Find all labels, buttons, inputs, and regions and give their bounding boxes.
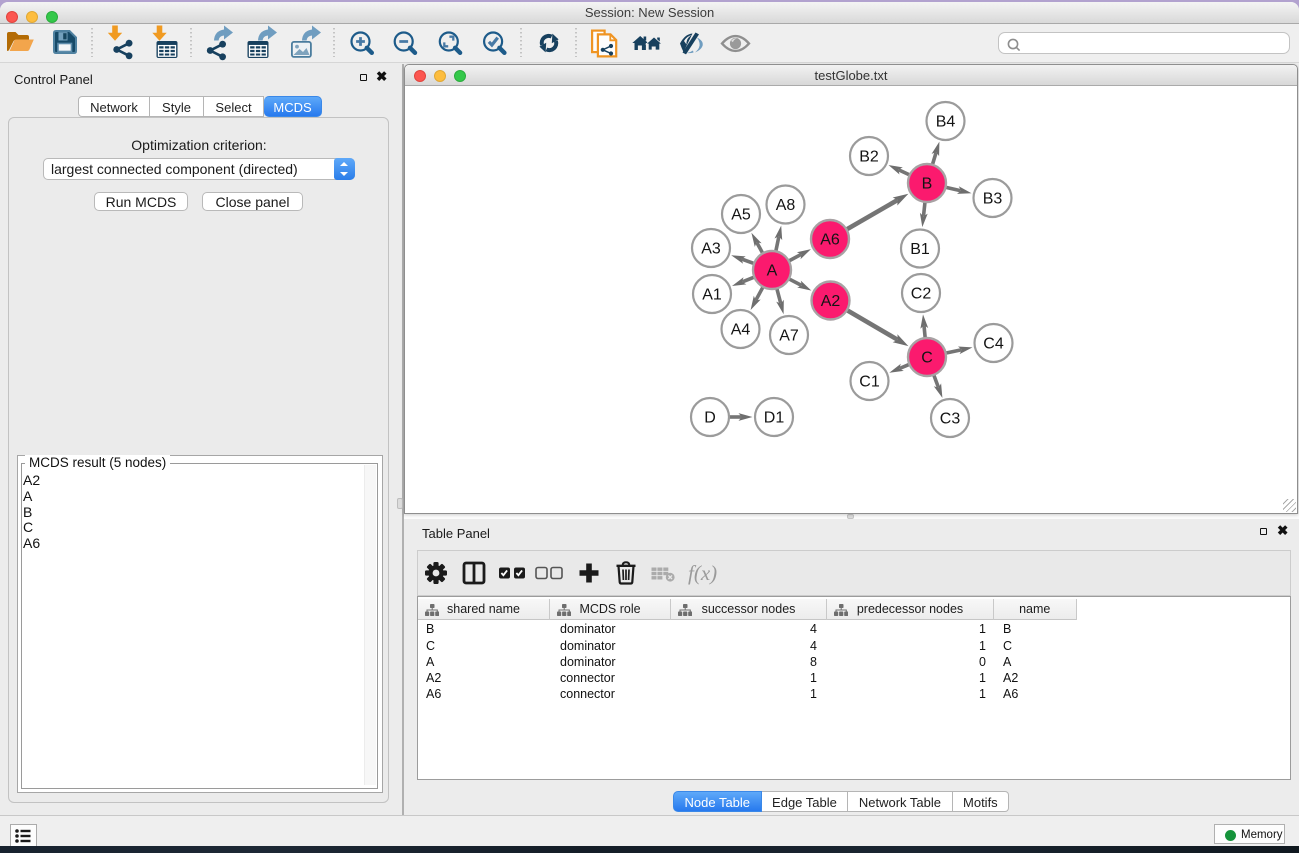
svg-text:A5: A5 bbox=[731, 207, 751, 224]
svg-text:A: A bbox=[767, 263, 778, 280]
svg-text:f(x): f(x) bbox=[688, 561, 717, 585]
svg-text:B2: B2 bbox=[859, 149, 879, 166]
svg-text:B1: B1 bbox=[910, 241, 930, 258]
svg-text:A2: A2 bbox=[821, 293, 841, 310]
svg-text:A6: A6 bbox=[820, 232, 840, 249]
svg-text:A1: A1 bbox=[702, 287, 722, 304]
svg-text:C3: C3 bbox=[940, 411, 961, 428]
svg-text:C2: C2 bbox=[911, 286, 932, 303]
svg-text:A4: A4 bbox=[731, 322, 751, 339]
svg-text:A8: A8 bbox=[776, 197, 796, 214]
svg-text:C4: C4 bbox=[983, 336, 1004, 353]
svg-text:C: C bbox=[921, 350, 933, 367]
svg-text:D: D bbox=[704, 410, 716, 427]
svg-text:C1: C1 bbox=[859, 374, 880, 391]
svg-text:A3: A3 bbox=[701, 241, 721, 258]
svg-text:B4: B4 bbox=[936, 114, 956, 131]
svg-text:B3: B3 bbox=[983, 191, 1003, 208]
svg-text:D1: D1 bbox=[764, 410, 785, 427]
svg-text:A7: A7 bbox=[779, 328, 799, 345]
svg-text:B: B bbox=[922, 176, 933, 193]
